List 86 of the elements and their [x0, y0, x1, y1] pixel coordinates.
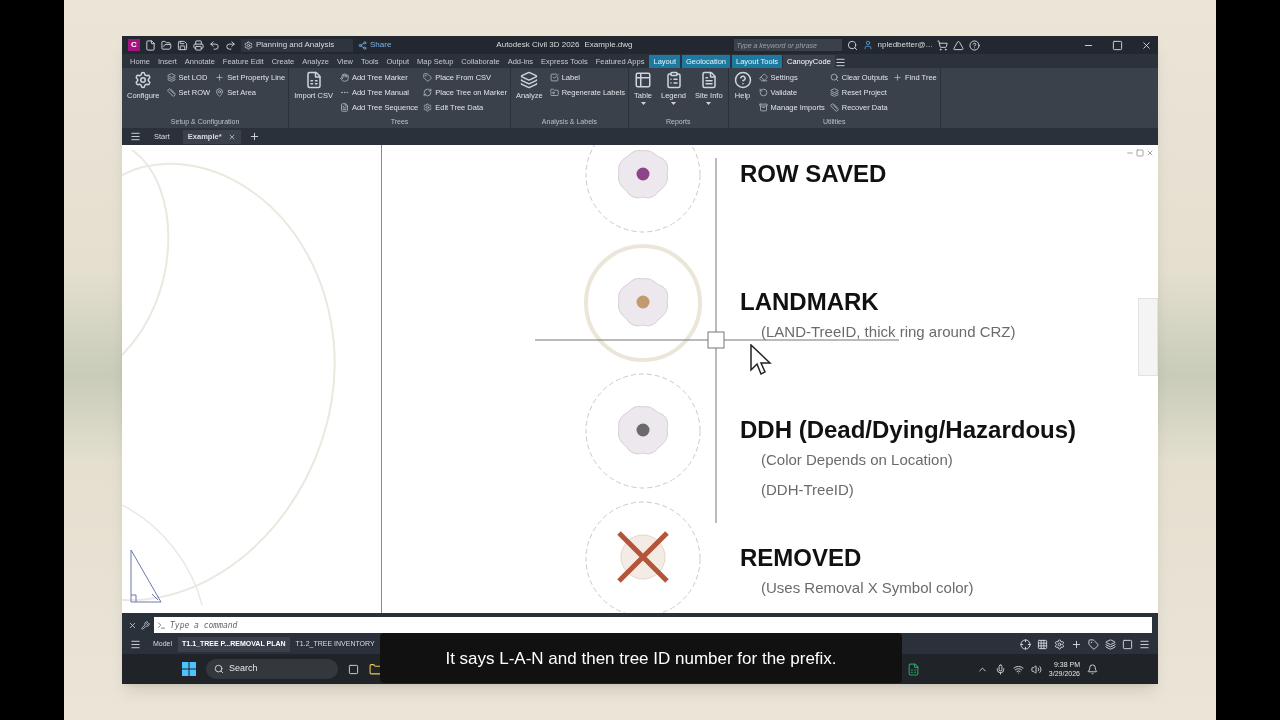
plus-icon [215, 73, 225, 82]
search-icon [214, 664, 224, 674]
microphone-icon[interactable] [994, 663, 1006, 675]
layers-icon [166, 73, 176, 82]
save-icon[interactable] [177, 39, 188, 51]
ruler-icon [166, 88, 176, 97]
open-folder-icon[interactable] [161, 39, 172, 51]
tag-icon[interactable] [1088, 638, 1099, 650]
legend-note: (Color Depends on Location) [761, 450, 954, 470]
checkbox-icon [549, 73, 559, 82]
cart-icon[interactable] [937, 39, 949, 51]
menu-icon[interactable] [130, 131, 141, 142]
task-view-icon[interactable] [348, 663, 359, 675]
close-icon[interactable] [227, 132, 236, 141]
help-icon [733, 71, 752, 89]
spreadsheet-icon [304, 71, 323, 89]
search-icon[interactable] [846, 39, 858, 51]
refresh-icon [423, 88, 433, 97]
taskbar-search-label: Search [229, 662, 258, 676]
ucs-triangle-icon [130, 549, 162, 603]
legend-note: (DDH-TreeID) [761, 480, 855, 500]
share-icon [358, 40, 367, 50]
gear-icon [423, 103, 433, 112]
menu-icon[interactable] [130, 638, 141, 650]
table-icon [634, 71, 652, 89]
gear-icon [244, 40, 253, 50]
windows-logo-icon[interactable] [182, 662, 196, 676]
document-icon [339, 103, 349, 112]
menu-icon[interactable] [1139, 638, 1150, 650]
close-icon[interactable] [1141, 39, 1152, 51]
new-file-icon[interactable] [145, 39, 156, 51]
close-icon[interactable] [128, 620, 137, 630]
legend-title: REMOVED [740, 543, 863, 573]
legend-title: ROW SAVED [740, 159, 887, 189]
notification-icon[interactable] [1087, 663, 1098, 675]
dots-icon [339, 88, 349, 97]
plus-icon [893, 73, 903, 82]
grid-icon[interactable] [1037, 638, 1048, 650]
legend-title: DDH (Dead/Dying/Hazardous) [740, 415, 1077, 445]
network-icon[interactable] [1012, 663, 1024, 675]
video-caption: It says L-A-N and then tree ID number for the prefix. [380, 633, 902, 683]
app-logo[interactable]: C [128, 39, 140, 51]
file-name: Example.dwg [584, 39, 633, 51]
tag-icon [423, 73, 433, 82]
command-field[interactable]: Type a command [170, 617, 1152, 633]
layers-icon [829, 88, 839, 97]
legend-note: (Uses Removal X Symbol color) [761, 578, 974, 598]
folder-icon[interactable] [369, 662, 382, 676]
workspace-label: Planning and Analysis [256, 39, 335, 51]
archive-icon [758, 103, 768, 112]
layers-icon[interactable] [1105, 638, 1116, 650]
window-title: Autodesk Civil 3D 2026 [496, 39, 580, 51]
new-tab-icon[interactable] [248, 131, 260, 142]
spreadsheet-icon[interactable] [907, 662, 920, 676]
pin-icon [215, 88, 225, 97]
print-icon[interactable] [193, 39, 204, 51]
reset-icon [758, 88, 768, 97]
import-icon [549, 88, 559, 97]
workspace-dropdown[interactable]: Planning and Analysis [241, 38, 353, 52]
layers-icon [520, 71, 539, 89]
triangle-icon[interactable] [953, 39, 965, 51]
share-button[interactable]: Share [358, 39, 392, 51]
gear-icon[interactable] [1054, 638, 1065, 650]
user-icon[interactable] [862, 40, 873, 50]
hand-icon [339, 73, 349, 82]
taskbar-search[interactable]: Search [206, 659, 338, 679]
panel-menu-icon[interactable] [834, 57, 846, 68]
viewport-icon[interactable] [1122, 638, 1133, 650]
list-icon [664, 71, 683, 89]
user-account[interactable]: npledbetter@... [877, 39, 933, 51]
legend-title: LANDMARK [740, 287, 880, 317]
plus-icon[interactable] [1071, 638, 1082, 650]
document-icon [699, 71, 718, 89]
snap-icon[interactable] [1020, 638, 1031, 650]
maximize-icon[interactable] [1112, 39, 1123, 51]
help-icon[interactable] [969, 39, 981, 51]
redo-icon[interactable] [225, 39, 236, 51]
gear-icon [134, 71, 153, 89]
mouse-pointer-icon [750, 344, 772, 376]
search-icon [829, 73, 839, 82]
eraser-icon [758, 73, 768, 82]
wrench-icon[interactable] [141, 620, 150, 630]
legend-note: (LAND-TreeID, thick ring around CRZ) [761, 322, 1016, 342]
undo-icon[interactable] [209, 39, 220, 51]
speaker-icon[interactable] [1030, 663, 1042, 675]
ruler-icon [829, 103, 839, 112]
